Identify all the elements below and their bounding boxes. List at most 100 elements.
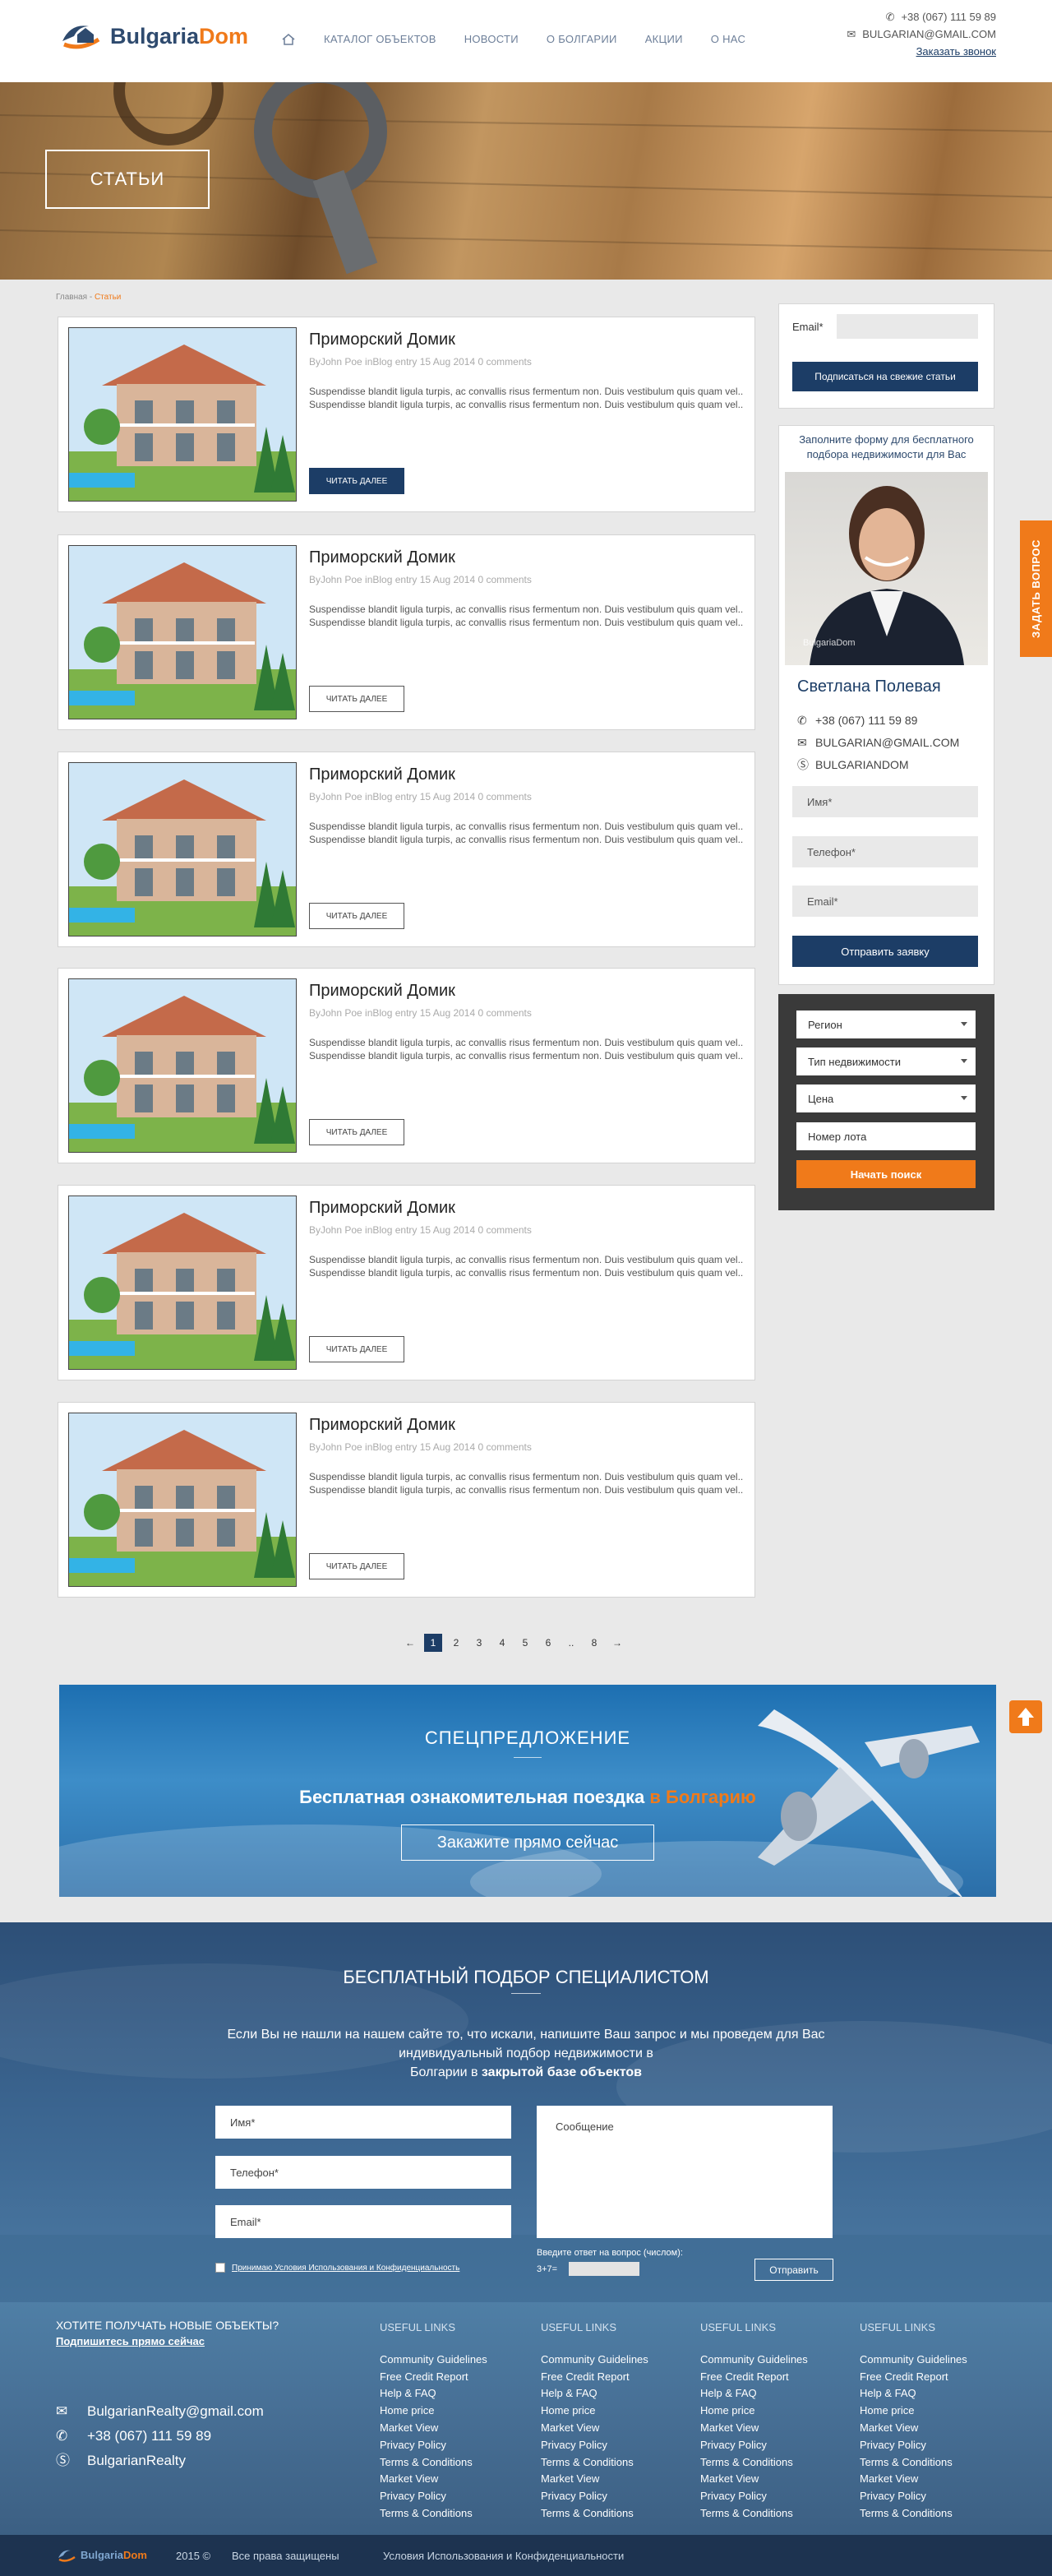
footer-link[interactable]: Privacy Policy <box>541 2437 648 2454</box>
article-thumbnail[interactable] <box>68 327 297 502</box>
logo[interactable]: BulgariaDom <box>56 18 248 54</box>
footer-link[interactable]: Community Guidelines <box>380 2352 487 2369</box>
agent-email[interactable]: BULGARIAN@GMAIL.COM <box>815 736 959 749</box>
footer-link[interactable]: Free Credit Report <box>700 2369 808 2386</box>
agent-skype[interactable]: BULGARIANDOM <box>815 758 909 771</box>
selection-email-input[interactable]: Email* <box>215 2205 511 2238</box>
read-more-button[interactable]: ЧИТАТЬ ДАЛЕЕ <box>309 686 404 712</box>
article-thumbnail[interactable] <box>68 545 297 719</box>
read-more-button[interactable]: ЧИТАТЬ ДАЛЕЕ <box>309 903 404 929</box>
footer-phone[interactable]: +38 (067) 111 59 89 <box>87 2428 211 2444</box>
nav-promotions[interactable]: АКЦИИ <box>645 33 683 46</box>
article-thumbnail[interactable] <box>68 1196 297 1370</box>
article-title[interactable]: Приморский Домик <box>309 982 455 1001</box>
footer-link[interactable]: Terms & Conditions <box>541 2505 648 2523</box>
footer-link[interactable]: Community Guidelines <box>860 2352 967 2369</box>
footer-link[interactable]: Privacy Policy <box>860 2488 967 2505</box>
footer-link[interactable]: Terms & Conditions <box>700 2454 808 2472</box>
footer-link[interactable]: Market View <box>380 2471 487 2488</box>
nav-about-us[interactable]: О НАС <box>711 33 745 46</box>
footer-link[interactable]: Help & FAQ <box>860 2385 967 2403</box>
header-email[interactable]: BULGARIAN@GMAIL.COM <box>862 25 996 43</box>
terms-checkbox[interactable] <box>215 2263 225 2273</box>
footer-link[interactable]: Help & FAQ <box>541 2385 648 2403</box>
footer-link[interactable]: Market View <box>541 2420 648 2437</box>
footer-link[interactable]: Community Guidelines <box>700 2352 808 2369</box>
footer-email[interactable]: BulgarianRealty@gmail.com <box>87 2403 264 2419</box>
footer-link[interactable]: Market View <box>700 2420 808 2437</box>
next-page-button[interactable]: → <box>608 1634 626 1652</box>
price-select[interactable]: Цена <box>796 1085 976 1112</box>
agent-name-input[interactable]: Имя* <box>792 786 978 817</box>
footer-link[interactable]: Home price <box>380 2403 487 2420</box>
agent-phone-input[interactable]: Телефон* <box>792 836 978 867</box>
footer-link[interactable]: Help & FAQ <box>700 2385 808 2403</box>
read-more-button[interactable]: ЧИТАТЬ ДАЛЕЕ <box>309 1336 404 1362</box>
footer-link[interactable]: Market View <box>380 2420 487 2437</box>
selection-message-textarea[interactable]: Сообщение <box>537 2106 833 2238</box>
footer-link[interactable]: Home price <box>860 2403 967 2420</box>
footer-link[interactable]: Terms & Conditions <box>700 2505 808 2523</box>
home-icon[interactable] <box>281 33 296 46</box>
read-more-button[interactable]: ЧИТАТЬ ДАЛЕЕ <box>309 1119 404 1145</box>
page-6[interactable]: 6 <box>539 1634 557 1652</box>
page-8[interactable]: 8 <box>585 1634 603 1652</box>
article-title[interactable]: Приморский Домик <box>309 1199 455 1218</box>
nav-about-bulgaria[interactable]: О БОЛГАРИИ <box>547 33 617 46</box>
offer-order-button[interactable]: Закажите прямо сейчас <box>401 1824 654 1861</box>
scroll-up-button[interactable] <box>1009 1700 1042 1733</box>
footer-logo[interactable]: BulgariaDom <box>56 2546 147 2563</box>
selection-submit-button[interactable]: Отправить <box>754 2259 833 2281</box>
footer-link[interactable]: Privacy Policy <box>700 2437 808 2454</box>
footer-link[interactable]: Free Credit Report <box>541 2369 648 2386</box>
article-thumbnail[interactable] <box>68 762 297 937</box>
page-1[interactable]: 1 <box>424 1634 442 1652</box>
footer-link[interactable]: Free Credit Report <box>380 2369 487 2386</box>
subscribe-email-input[interactable] <box>837 314 978 339</box>
subscribe-button[interactable]: Подписаться на свежие статьи <box>792 362 978 391</box>
ask-question-tab[interactable]: ЗАДАТЬ ВОПРОС <box>1020 520 1052 657</box>
region-select[interactable]: Регион <box>796 1011 976 1038</box>
page-4[interactable]: 4 <box>493 1634 511 1652</box>
property-type-select[interactable]: Тип недвижимости <box>796 1048 976 1075</box>
callback-link[interactable]: Заказать звонок <box>916 43 996 60</box>
read-more-button[interactable]: ЧИТАТЬ ДАЛЕЕ <box>309 468 404 494</box>
header-phone[interactable]: +38 (067) 111 59 89 <box>901 8 996 25</box>
footer-link[interactable]: Home price <box>541 2403 648 2420</box>
footer-link[interactable]: Privacy Policy <box>541 2488 648 2505</box>
read-more-button[interactable]: ЧИТАТЬ ДАЛЕЕ <box>309 1553 404 1579</box>
article-title[interactable]: Приморский Домик <box>309 765 455 784</box>
agent-email-input[interactable]: Email* <box>792 886 978 917</box>
terms-label[interactable]: Принимаю Условия Использования и Конфиде… <box>232 2264 459 2273</box>
footer-link[interactable]: Market View <box>860 2471 967 2488</box>
footer-link[interactable]: Terms & Conditions <box>860 2454 967 2472</box>
footer-link[interactable]: Market View <box>700 2471 808 2488</box>
footer-link[interactable]: Home price <box>700 2403 808 2420</box>
agent-submit-button[interactable]: Отправить заявку <box>792 936 978 967</box>
footer-link[interactable]: Privacy Policy <box>700 2488 808 2505</box>
footer-link[interactable]: Privacy Policy <box>380 2488 487 2505</box>
selection-phone-input[interactable]: Телефон* <box>215 2156 511 2189</box>
footer-link[interactable]: Market View <box>860 2420 967 2437</box>
page-3[interactable]: 3 <box>470 1634 488 1652</box>
footer-link[interactable]: Market View <box>541 2471 648 2488</box>
prev-page-button[interactable]: ← <box>401 1634 419 1652</box>
footer-link[interactable]: Privacy Policy <box>860 2437 967 2454</box>
footer-link[interactable]: Community Guidelines <box>541 2352 648 2369</box>
lot-number-input[interactable]: Номер лота <box>796 1122 976 1150</box>
newsletter-link[interactable]: Подпишитесь прямо сейчас <box>56 2333 279 2349</box>
breadcrumb-home[interactable]: Главная <box>56 293 87 302</box>
nav-news[interactable]: НОВОСТИ <box>464 33 519 46</box>
footer-link[interactable]: Privacy Policy <box>380 2437 487 2454</box>
article-thumbnail[interactable] <box>68 1413 297 1587</box>
selection-name-input[interactable]: Имя* <box>215 2106 511 2139</box>
footer-link[interactable]: Terms & Conditions <box>380 2454 487 2472</box>
footer-link[interactable]: Terms & Conditions <box>380 2505 487 2523</box>
page-5[interactable]: 5 <box>516 1634 534 1652</box>
nav-catalog[interactable]: КАТАЛОГ ОБЪЕКТОВ <box>324 33 436 46</box>
article-title[interactable]: Приморский Домик <box>309 1416 455 1435</box>
page-2[interactable]: 2 <box>447 1634 465 1652</box>
footer-link[interactable]: Help & FAQ <box>380 2385 487 2403</box>
article-title[interactable]: Приморский Домик <box>309 331 455 349</box>
captcha-input[interactable] <box>569 2262 639 2276</box>
